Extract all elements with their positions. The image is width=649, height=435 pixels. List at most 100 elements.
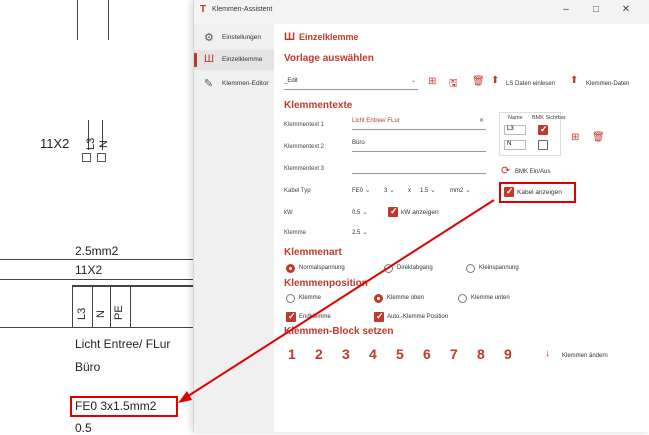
kw-show-label: kW anzeigen bbox=[401, 209, 439, 216]
pos-klemme-oben-radio[interactable] bbox=[374, 294, 383, 303]
bmk-header: BMK Sichtbar bbox=[532, 115, 566, 121]
text1-input[interactable]: Licht Entree/ FLur ✕ bbox=[352, 118, 486, 130]
sidebar-item-label: Klemmen-Editor bbox=[222, 80, 269, 87]
cad-term-box bbox=[92, 287, 93, 327]
clear-icon[interactable]: ✕ bbox=[479, 117, 484, 124]
block-number-4[interactable]: 4 bbox=[369, 346, 377, 362]
kabel-size-select[interactable]: 1.5 ⌄ bbox=[420, 186, 436, 194]
bmk2-checkbox[interactable] bbox=[538, 140, 548, 150]
sidebar-item-label: Einstellungen bbox=[222, 34, 262, 41]
add-icon[interactable]: ⊞ bbox=[571, 132, 579, 143]
cad-terminal-square bbox=[82, 153, 91, 162]
cad-wire bbox=[77, 0, 78, 40]
pos-option-label: Klemme bbox=[299, 295, 322, 301]
klemme-label: Klemme bbox=[284, 230, 307, 236]
kabel-cores-select[interactable]: 3 ⌄ bbox=[384, 186, 395, 194]
klemmen-aendern-button[interactable]: Klemmen ändern bbox=[562, 353, 608, 359]
terminal-icon: Ш bbox=[204, 53, 215, 65]
block-title: Klemmen-Block setzen bbox=[284, 326, 394, 337]
kabel-unit-select[interactable]: mm2 ⌄ bbox=[450, 186, 471, 194]
text1-label: Klemmentext 1 bbox=[284, 122, 325, 128]
gear-icon: ⚙ bbox=[204, 32, 214, 44]
add-template-icon[interactable]: ⊞ bbox=[428, 76, 436, 87]
upload-icon[interactable]: ⬆ bbox=[491, 75, 499, 86]
art-direktabgang-radio[interactable] bbox=[384, 264, 393, 273]
klemme-select[interactable]: 2.5 ⌄ bbox=[352, 228, 368, 236]
text1-value: Licht Entree/ FLur bbox=[352, 118, 400, 124]
page-title: Einzelklemme bbox=[299, 32, 359, 42]
cad-rail bbox=[72, 285, 195, 287]
delete-icon[interactable]: 🗑 bbox=[472, 76, 485, 87]
pos-klemme-radio[interactable] bbox=[286, 294, 295, 303]
sidebar-item-klemmen-editor[interactable]: ✎ Klemmen-Editor bbox=[194, 74, 274, 94]
refresh-icon[interactable]: ⟳ bbox=[501, 164, 510, 177]
name-header: Name bbox=[508, 115, 523, 121]
text3-input[interactable] bbox=[352, 162, 486, 174]
name2-input[interactable]: N bbox=[504, 140, 526, 150]
sidebar-item-einzelklemme[interactable]: Ш Einzelklemme bbox=[194, 50, 274, 70]
vorlage-select[interactable]: _Edit ⌄ bbox=[284, 78, 418, 90]
terminal-header-icon: Ш bbox=[284, 31, 296, 43]
arrow-down-icon[interactable]: ↓ bbox=[545, 348, 550, 359]
minimize-button[interactable]: – bbox=[558, 4, 574, 15]
cad-rail bbox=[0, 259, 195, 260]
cad-label-11x2: 11X2 bbox=[75, 263, 103, 277]
endklemme-checkbox[interactable] bbox=[286, 311, 296, 322]
main-content: Ш Einzelklemme Vorlage auswählen _Edit ⌄… bbox=[274, 24, 649, 432]
sidebar-item-einstellungen[interactable]: ⚙ Einstellungen bbox=[194, 28, 274, 48]
text2-label: Klemmentext 2 bbox=[284, 144, 325, 150]
pos-klemme-unten-radio[interactable] bbox=[458, 294, 467, 303]
kabel-type-select[interactable]: FE0 ⌄ bbox=[352, 186, 371, 194]
text2-value: Büro bbox=[352, 140, 365, 146]
cad-terminal-square bbox=[97, 153, 106, 162]
bmk-toggle-button[interactable]: BMK Ein/Aus bbox=[515, 169, 550, 175]
art-option-label: Kleinspannung bbox=[479, 265, 519, 271]
klemmen-daten-button[interactable]: Klemmen-Daten bbox=[586, 81, 629, 87]
kabel-cores-value: 3 bbox=[384, 188, 388, 194]
cad-term-box bbox=[110, 287, 111, 327]
kw-show-checkbox[interactable] bbox=[388, 206, 398, 217]
highlight-box-kabel bbox=[499, 182, 576, 203]
art-option-label: Normalspannung bbox=[299, 265, 345, 271]
cad-term-l3: L3 bbox=[76, 307, 88, 320]
block-number-9[interactable]: 9 bbox=[504, 346, 512, 362]
title-bar: T Klemmen-Assistent – □ ✕ bbox=[194, 0, 649, 24]
cad-drawing: 11X2 L3 N 2.5mm2 11X2 L3 N PE Licht Entr… bbox=[0, 0, 195, 435]
delete-icon[interactable]: 🗑 bbox=[592, 132, 605, 143]
save-icon[interactable]: 🖫 bbox=[449, 76, 458, 93]
pencil-icon: ✎ bbox=[204, 78, 214, 90]
art-normalspannung-radio[interactable] bbox=[286, 264, 295, 273]
ls-daten-button[interactable]: LS Daten einlesen bbox=[506, 81, 555, 87]
art-kleinspannung-radio[interactable] bbox=[466, 264, 475, 273]
chevron-down-icon: ⌄ bbox=[410, 78, 416, 84]
chevron-down-icon: ⌄ bbox=[430, 187, 436, 194]
text2-input[interactable]: Büro bbox=[352, 140, 486, 152]
upload-icon[interactable]: ⬆ bbox=[570, 75, 578, 86]
maximize-button[interactable]: □ bbox=[588, 4, 604, 15]
name1-input[interactable]: L3 bbox=[504, 125, 526, 135]
block-number-3[interactable]: 3 bbox=[342, 346, 350, 362]
active-indicator bbox=[194, 53, 197, 67]
block-number-8[interactable]: 8 bbox=[477, 346, 485, 362]
chevron-down-icon: ⌄ bbox=[364, 187, 371, 194]
sidebar: ⚙ Einstellungen Ш Einzelklemme ✎ Klemmen… bbox=[194, 24, 274, 432]
kw-select[interactable]: 0.5 ⌄ bbox=[352, 208, 368, 216]
klemmentexte-title: Klemmentexte bbox=[284, 100, 353, 111]
kabel-label: Kabel Typ bbox=[284, 188, 311, 194]
block-number-5[interactable]: 5 bbox=[396, 346, 404, 362]
close-button[interactable]: ✕ bbox=[618, 4, 634, 15]
cad-term-pe: PE bbox=[113, 305, 125, 320]
cad-term-box bbox=[72, 287, 73, 327]
block-number-6[interactable]: 6 bbox=[423, 346, 431, 362]
cad-term-n-top: N bbox=[98, 140, 110, 148]
block-number-2[interactable]: 2 bbox=[315, 346, 323, 362]
art-option-label: Direktabgang bbox=[397, 265, 433, 271]
block-number-7[interactable]: 7 bbox=[450, 346, 458, 362]
bmk1-checkbox[interactable] bbox=[538, 124, 548, 135]
cad-text2: Büro bbox=[75, 360, 101, 374]
auto-position-checkbox[interactable] bbox=[374, 311, 384, 322]
kabel-x-label: x bbox=[408, 188, 411, 194]
block-number-1[interactable]: 1 bbox=[288, 346, 296, 362]
highlight-box-cable bbox=[70, 396, 178, 417]
cad-kw: 0.5 bbox=[75, 421, 92, 435]
